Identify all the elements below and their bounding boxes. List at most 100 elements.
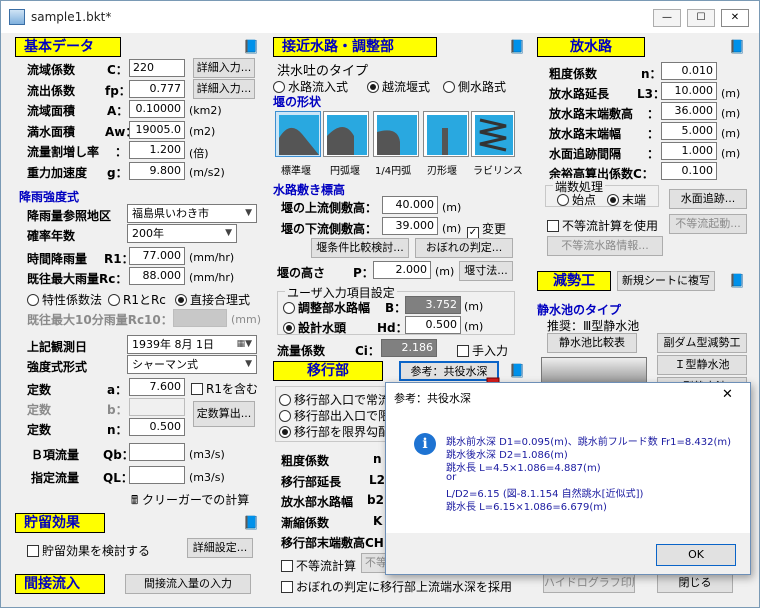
ql-input[interactable] bbox=[129, 466, 185, 484]
weir-arc-tile[interactable] bbox=[323, 111, 369, 157]
downstream-elev-input[interactable]: 39.000 bbox=[382, 217, 438, 235]
manual-input-checkbox[interactable]: 手入力 bbox=[457, 342, 508, 359]
outlet-end-elev-input[interactable]: 36.000 bbox=[661, 102, 717, 120]
freeboard-coef-input[interactable]: 0.100 bbox=[661, 162, 717, 180]
flow-coef-input[interactable]: 2.186 bbox=[381, 339, 437, 357]
close-button[interactable]: ✕ bbox=[721, 9, 749, 27]
help-book-icon[interactable]: 📘 bbox=[509, 41, 525, 55]
trace-interval-input[interactable]: 1.000 bbox=[661, 142, 717, 160]
weir-standard-tile[interactable] bbox=[275, 111, 321, 157]
basin-coef-detail-button[interactable]: 詳細入力... bbox=[193, 58, 255, 78]
help-book-icon[interactable]: 📘 bbox=[243, 517, 259, 531]
channel-width-input[interactable]: 3.752 bbox=[405, 296, 461, 314]
close-sheet-button[interactable]: 閉じる bbox=[657, 573, 733, 593]
uneven-channel-info-button[interactable]: 不等流水路情報... bbox=[547, 236, 663, 256]
minimize-button[interactable]: — bbox=[653, 9, 681, 27]
formula-select[interactable]: シャーマン式 ▼ bbox=[127, 355, 257, 374]
weir-sharp-tile[interactable] bbox=[423, 111, 469, 157]
weir-height-input[interactable]: 2.000 bbox=[373, 261, 431, 279]
basin-area-input[interactable]: 0.10000 bbox=[129, 100, 185, 118]
rain-region-select[interactable]: 福島県いわき市 ▼ bbox=[127, 204, 257, 223]
outlet-rough-input[interactable]: 0.010 bbox=[661, 62, 717, 80]
r1-include-checkbox[interactable]: R1を含む bbox=[191, 380, 258, 397]
radio-side-channel[interactable]: 側水路式 bbox=[443, 78, 506, 95]
runoff-coef-detail-button[interactable]: 詳細入力... bbox=[193, 79, 255, 99]
basin-compare-button[interactable]: 静水池比較表 bbox=[547, 333, 637, 353]
copy-to-new-sheet-button[interactable]: 新規シートに複写 bbox=[617, 271, 715, 291]
const-a-input[interactable]: 7.600 bbox=[129, 378, 185, 396]
radio-transition-subcritical[interactable]: 移行部入口で常流 bbox=[279, 391, 390, 408]
help-book-icon[interactable]: 📘 bbox=[509, 365, 525, 379]
help-book-icon[interactable]: 📘 bbox=[243, 41, 259, 55]
const-b-input[interactable] bbox=[129, 398, 185, 416]
gravity-input[interactable]: 9.800 bbox=[129, 162, 185, 180]
type1-basin-button[interactable]: Ｉ型静水池 bbox=[657, 355, 747, 375]
uneven-start-button[interactable]: 不等流起動... bbox=[669, 214, 747, 234]
upstream-elev-input[interactable]: 40.000 bbox=[382, 196, 438, 214]
drowning-upstream-checkbox[interactable]: おぼれの判定に移行部上流端水深を採用 bbox=[281, 578, 512, 595]
maximize-button[interactable]: ☐ bbox=[687, 9, 715, 27]
storage-checkbox[interactable]: 貯留効果を検討する bbox=[27, 542, 150, 559]
radio-design-head[interactable]: 設計水頭 bbox=[283, 319, 346, 336]
full-area-input[interactable]: 19005.0 bbox=[129, 121, 185, 139]
subdam-button[interactable]: 副ダム型減勢工 bbox=[657, 333, 747, 353]
design-head-input[interactable]: 0.500 bbox=[405, 316, 461, 334]
const-b-label: 定数 bbox=[27, 403, 52, 417]
weir-shape-title: 堰の形状 bbox=[273, 95, 322, 109]
radio-r1-rc[interactable]: R1とRc bbox=[108, 291, 166, 308]
dialog-close-icon[interactable]: ✕ bbox=[722, 387, 733, 402]
runoff-coef-input[interactable]: 0.777 bbox=[129, 80, 185, 98]
dialog-title: 参考：共役水深 bbox=[394, 392, 471, 405]
creager-row[interactable]: 🖩 クリーガーでの計算 bbox=[131, 491, 249, 512]
uneven-use-checkbox[interactable]: 不等流計算を使用 bbox=[547, 217, 658, 234]
radio-characteristic[interactable]: 特性係数法 bbox=[27, 291, 102, 308]
const-n-input[interactable]: 0.500 bbox=[129, 418, 185, 436]
qb-input[interactable] bbox=[129, 443, 185, 461]
radio-end-point[interactable]: 末端 bbox=[607, 191, 646, 208]
radio-overflow-weir[interactable]: 越流堰式 bbox=[367, 78, 430, 95]
weir-labyrinth-tile[interactable] bbox=[471, 111, 515, 157]
basin-coef-input[interactable]: 220 bbox=[129, 59, 185, 77]
weir-quarter-tile[interactable] bbox=[373, 111, 419, 157]
outlet-length-input[interactable]: 10.000 bbox=[661, 82, 717, 100]
radio-direct[interactable]: 直接合理式 bbox=[175, 291, 250, 308]
downstream-elev-unit: (m) bbox=[442, 222, 462, 235]
outlet-end-elev-label: 放水路末端敷高 bbox=[549, 107, 634, 121]
full-area-unit: (m2) bbox=[189, 125, 216, 138]
drowning-judge-button[interactable]: おぼれの判定... bbox=[415, 238, 513, 258]
help-book-icon[interactable]: 📘 bbox=[729, 41, 745, 55]
radio-transition-critical-label: 移行部を限界勾配 bbox=[294, 425, 391, 439]
weir-dimension-button[interactable]: 堰寸法... bbox=[459, 261, 513, 281]
help-book-icon[interactable]: 📘 bbox=[729, 275, 745, 289]
flow-increase-sym: ： bbox=[115, 145, 128, 159]
radio-start-point[interactable]: 始点 bbox=[557, 191, 596, 208]
hourly-rain-input[interactable]: 77.000 bbox=[129, 247, 185, 265]
outlet-end-width-input[interactable]: 5.000 bbox=[661, 122, 717, 140]
indirect-input-button[interactable]: 間接流入量の入力 bbox=[125, 574, 251, 594]
energy-dissipator-header: 減勢工 bbox=[537, 271, 611, 291]
outlet-end-width-sym: ： bbox=[647, 127, 660, 141]
uneven-flow-checkbox[interactable]: 不等流計算 bbox=[281, 557, 356, 574]
weir-caption-quarter: 1/4円弧 bbox=[375, 166, 412, 177]
surface-trace-button[interactable]: 水面追跡... bbox=[669, 189, 747, 209]
transition-header: 移行部 bbox=[273, 361, 383, 381]
probability-select[interactable]: 200年 ▼ bbox=[127, 224, 237, 243]
calc-constants-button[interactable]: 定数算出... bbox=[193, 401, 255, 427]
radio-transition-critical[interactable]: 移行部を限界勾配 bbox=[279, 423, 390, 440]
change-checkbox[interactable]: ✓ 変更 bbox=[467, 220, 506, 239]
max-rain-input[interactable]: 88.000 bbox=[129, 267, 185, 285]
radio-transition-limit[interactable]: 移行部出入口で限 bbox=[279, 407, 390, 424]
outlet-rough-label: 粗度係数 bbox=[549, 67, 598, 81]
runoff-coef-label: 流出係数 bbox=[27, 84, 76, 98]
ten-min-input[interactable] bbox=[173, 309, 227, 327]
flow-increase-input[interactable]: 1.200 bbox=[129, 141, 185, 159]
storage-detail-button[interactable]: 詳細設定... bbox=[187, 538, 253, 558]
hourly-rain-label: 時間降雨量 bbox=[27, 252, 88, 266]
dialog-ok-button[interactable]: OK bbox=[656, 544, 736, 566]
weir-compare-button[interactable]: 堰条件比較検討... bbox=[311, 238, 409, 258]
radio-channel-width[interactable]: 調整部水路幅 bbox=[283, 299, 370, 316]
manual-input-label: 手入力 bbox=[472, 344, 509, 358]
gravity-label: 重力加速度 bbox=[27, 166, 88, 180]
hydrograph-print-button[interactable]: ハイドログラフ印刷... bbox=[543, 573, 635, 593]
observe-date-picker[interactable]: 1939年 8月 1日 ▦▼ bbox=[127, 335, 257, 354]
